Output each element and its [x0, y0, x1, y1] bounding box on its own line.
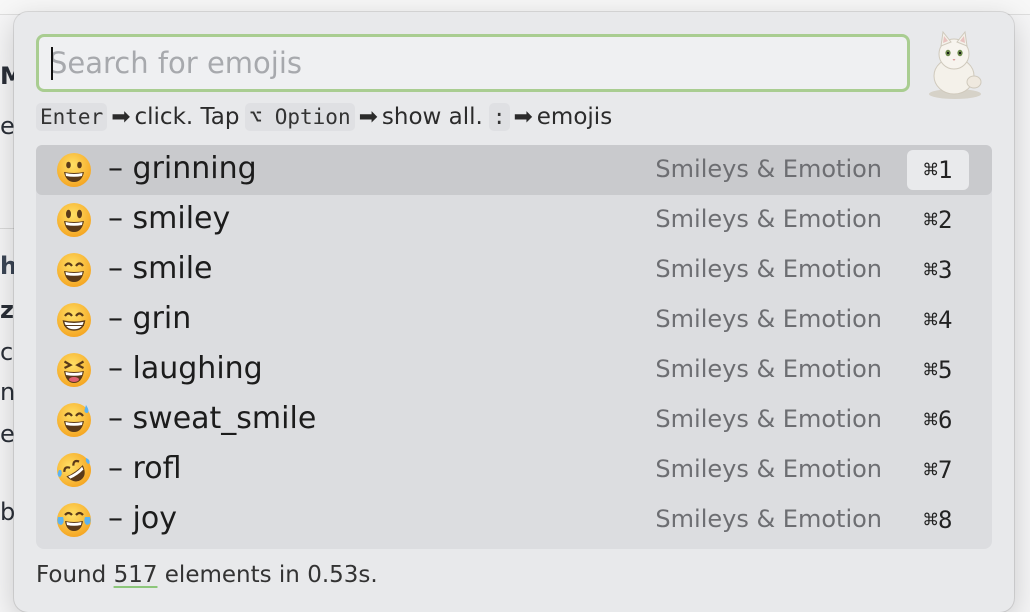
text-caret: [51, 47, 53, 80]
result-label: – laughing: [108, 351, 263, 386]
background-text-fragment: b: [0, 498, 16, 526]
background-text-fragment: z: [0, 296, 14, 324]
status-line: Found 517 elements in 0.53s.: [36, 562, 378, 588]
result-label: – smile: [108, 251, 213, 286]
option-action-text: show all.: [381, 104, 483, 130]
colon-key-hint: :: [488, 103, 510, 131]
grin-face-icon: [56, 302, 92, 338]
background-text-fragment: e: [0, 112, 15, 140]
arrow-right-icon: ➡: [111, 104, 131, 130]
result-row-laughing[interactable]: – laughing Smileys & Emotion ⌘5: [36, 345, 992, 395]
emoji-picker-popup: Enter ➡ click. Tap ⌥ Option ➡ show all. …: [14, 12, 1014, 612]
smiley-face-icon: [56, 202, 92, 238]
result-shortcut: ⌘4: [923, 306, 953, 334]
result-shortcut: ⌘1: [907, 150, 969, 190]
result-category: Smileys & Emotion: [655, 205, 882, 233]
search-input[interactable]: [49, 37, 889, 89]
result-label: – smiley: [108, 201, 231, 236]
enter-key-hint: Enter: [36, 103, 108, 131]
result-shortcut: ⌘5: [923, 356, 953, 384]
colon-action-text: emojis: [536, 104, 613, 130]
result-row-grinning[interactable]: – grinning Smileys & Emotion ⌘1: [36, 145, 992, 195]
sweat-smile-face-icon: [56, 402, 92, 438]
result-category: Smileys & Emotion: [655, 405, 882, 433]
cat-mascot-icon: [924, 30, 986, 100]
result-shortcut: ⌘3: [923, 256, 953, 284]
keyboard-hint-bar: Enter ➡ click. Tap ⌥ Option ➡ show all. …: [36, 100, 618, 134]
rofl-face-icon: [56, 452, 92, 488]
result-shortcut: ⌘2: [923, 206, 953, 234]
result-label: – rofl: [108, 451, 182, 486]
enter-action-text: click. Tap: [134, 104, 240, 130]
status-suffix: elements in 0.53s.: [164, 562, 378, 588]
option-key-hint: ⌥ Option: [245, 103, 355, 131]
result-shortcut: ⌘8: [923, 506, 953, 534]
laughing-face-icon: [56, 352, 92, 388]
result-label: – grin: [108, 301, 192, 336]
emoji-results-list: – grinning Smileys & Emotion ⌘1 – smiley…: [36, 145, 992, 549]
result-label: – sweat_smile: [108, 401, 317, 436]
search-field[interactable]: [36, 34, 910, 92]
result-label: – joy: [108, 501, 177, 536]
result-row-joy[interactable]: – joy Smileys & Emotion ⌘8: [36, 495, 992, 545]
result-category: Smileys & Emotion: [655, 355, 882, 383]
grinning-face-icon: [56, 152, 92, 188]
smile-face-icon: [56, 252, 92, 288]
result-label: – grinning: [108, 151, 257, 186]
result-row-rofl[interactable]: – rofl Smileys & Emotion ⌘7: [36, 445, 992, 495]
result-category: Smileys & Emotion: [655, 455, 882, 483]
joy-face-icon: [56, 502, 92, 538]
result-category: Smileys & Emotion: [655, 155, 882, 183]
result-shortcut: ⌘7: [923, 456, 953, 484]
result-row-smile[interactable]: – smile Smileys & Emotion ⌘3: [36, 245, 992, 295]
background-text-fragment: c: [0, 338, 14, 366]
status-prefix: Found: [36, 562, 107, 588]
arrow-right-icon: ➡: [513, 104, 533, 130]
result-category: Smileys & Emotion: [655, 305, 882, 333]
background-text-fragment: e: [0, 420, 15, 448]
background-text-fragment: n: [0, 378, 16, 406]
result-shortcut: ⌘6: [923, 406, 953, 434]
result-row-smiley[interactable]: – smiley Smileys & Emotion ⌘2: [36, 195, 992, 245]
result-row-sweat-smile[interactable]: – sweat_smile Smileys & Emotion ⌘6: [36, 395, 992, 445]
result-row-grin[interactable]: – grin Smileys & Emotion ⌘4: [36, 295, 992, 345]
result-count-link[interactable]: 517: [114, 562, 158, 588]
arrow-right-icon: ➡: [358, 104, 378, 130]
result-category: Smileys & Emotion: [655, 505, 882, 533]
result-category: Smileys & Emotion: [655, 255, 882, 283]
background-divider: [0, 228, 14, 229]
